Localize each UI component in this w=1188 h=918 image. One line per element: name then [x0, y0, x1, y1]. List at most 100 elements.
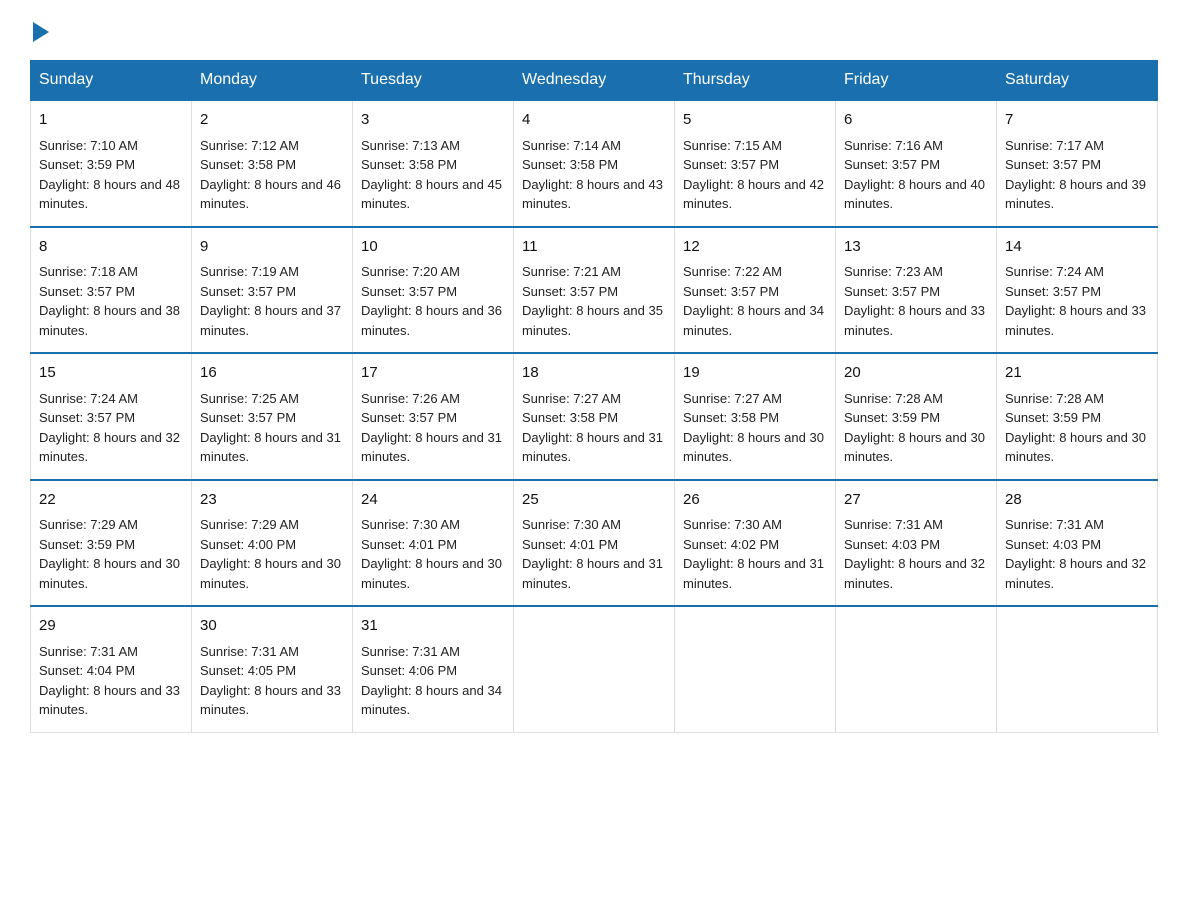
day-number: 8 [39, 236, 183, 259]
header-thursday: Thursday [675, 61, 836, 101]
day-cell: 10 Sunrise: 7:20 AMSunset: 3:57 PMDayligh… [353, 227, 514, 354]
day-cell: 14 Sunrise: 7:24 AMSunset: 3:57 PMDayligh… [997, 227, 1158, 354]
day-cell: 11 Sunrise: 7:21 AMSunset: 3:57 PMDayligh… [514, 227, 675, 354]
day-number: 25 [522, 489, 666, 512]
day-cell: 27Sunrise: 7:31 AMSunset: 4:03 PMDayligh… [836, 480, 997, 607]
day-cell: 31 Sunrise: 7:31 AMSunset: 4:06 PMDayligh… [353, 606, 514, 732]
header-wednesday: Wednesday [514, 61, 675, 101]
day-number: 4 [522, 109, 666, 132]
day-info: Sunrise: 7:31 AMSunset: 4:04 PMDaylight:… [39, 644, 180, 718]
day-info: Sunrise: 7:14 AMSunset: 3:58 PMDaylight:… [522, 138, 663, 212]
day-cell: 19Sunrise: 7:27 AMSunset: 3:58 PMDayligh… [675, 353, 836, 480]
day-number: 5 [683, 109, 827, 132]
header-saturday: Saturday [997, 61, 1158, 101]
day-cell: 21Sunrise: 7:28 AMSunset: 3:59 PMDayligh… [997, 353, 1158, 480]
day-number: 11 [522, 236, 666, 259]
day-cell: 1 Sunrise: 7:10 AMSunset: 3:59 PMDaylight… [31, 100, 192, 227]
week-row-4: 22 Sunrise: 7:29 AMSunset: 3:59 PMDayligh… [31, 480, 1158, 607]
day-info: Sunrise: 7:13 AMSunset: 3:58 PMDaylight:… [361, 138, 502, 212]
day-info: Sunrise: 7:23 AMSunset: 3:57 PMDaylight:… [844, 264, 985, 338]
day-cell: 23 Sunrise: 7:29 AMSunset: 4:00 PMDayligh… [192, 480, 353, 607]
day-info: Sunrise: 7:12 AMSunset: 3:58 PMDaylight:… [200, 138, 341, 212]
day-info: Sunrise: 7:17 AMSunset: 3:57 PMDaylight:… [1005, 138, 1146, 212]
day-number: 13 [844, 236, 988, 259]
day-number: 24 [361, 489, 505, 512]
day-cell [836, 606, 997, 732]
day-number: 3 [361, 109, 505, 132]
day-cell [675, 606, 836, 732]
day-number: 7 [1005, 109, 1149, 132]
day-info: Sunrise: 7:31 AMSunset: 4:05 PMDaylight:… [200, 644, 341, 718]
day-cell: 25 Sunrise: 7:30 AMSunset: 4:01 PMDayligh… [514, 480, 675, 607]
day-info: Sunrise: 7:16 AMSunset: 3:57 PMDaylight:… [844, 138, 985, 212]
day-number: 26 [683, 489, 827, 512]
day-number: 15 [39, 362, 183, 385]
day-cell: 26 Sunrise: 7:30 AMSunset: 4:02 PMDayligh… [675, 480, 836, 607]
week-row-5: 29 Sunrise: 7:31 AMSunset: 4:04 PMDayligh… [31, 606, 1158, 732]
day-cell: 20Sunrise: 7:28 AMSunset: 3:59 PMDayligh… [836, 353, 997, 480]
week-row-2: 8 Sunrise: 7:18 AMSunset: 3:57 PMDaylight… [31, 227, 1158, 354]
day-cell: 8 Sunrise: 7:18 AMSunset: 3:57 PMDaylight… [31, 227, 192, 354]
day-cell: 9Sunrise: 7:19 AMSunset: 3:57 PMDaylight… [192, 227, 353, 354]
day-info: Sunrise: 7:15 AMSunset: 3:57 PMDaylight:… [683, 138, 824, 212]
day-cell: 13 Sunrise: 7:23 AMSunset: 3:57 PMDayligh… [836, 227, 997, 354]
day-info: Sunrise: 7:24 AMSunset: 3:57 PMDaylight:… [39, 391, 180, 465]
day-info: Sunrise: 7:20 AMSunset: 3:57 PMDaylight:… [361, 264, 502, 338]
day-info: Sunrise: 7:30 AMSunset: 4:01 PMDaylight:… [361, 517, 502, 591]
day-info: Sunrise: 7:31 AMSunset: 4:06 PMDaylight:… [361, 644, 502, 718]
day-number: 31 [361, 615, 505, 638]
day-number: 6 [844, 109, 988, 132]
day-cell [997, 606, 1158, 732]
day-info: Sunrise: 7:18 AMSunset: 3:57 PMDaylight:… [39, 264, 180, 338]
day-cell: 7 Sunrise: 7:17 AMSunset: 3:57 PMDaylight… [997, 100, 1158, 227]
day-number: 10 [361, 236, 505, 259]
day-info: Sunrise: 7:30 AMSunset: 4:02 PMDaylight:… [683, 517, 824, 591]
calendar-header-row: SundayMondayTuesdayWednesdayThursdayFrid… [31, 61, 1158, 101]
logo [30, 20, 49, 42]
day-cell: 12Sunrise: 7:22 AMSunset: 3:57 PMDayligh… [675, 227, 836, 354]
day-cell: 6 Sunrise: 7:16 AMSunset: 3:57 PMDaylight… [836, 100, 997, 227]
day-number: 16 [200, 362, 344, 385]
day-cell: 22 Sunrise: 7:29 AMSunset: 3:59 PMDayligh… [31, 480, 192, 607]
header-friday: Friday [836, 61, 997, 101]
day-cell: 16Sunrise: 7:25 AMSunset: 3:57 PMDayligh… [192, 353, 353, 480]
header-monday: Monday [192, 61, 353, 101]
day-info: Sunrise: 7:10 AMSunset: 3:59 PMDaylight:… [39, 138, 180, 212]
day-cell: 5 Sunrise: 7:15 AMSunset: 3:57 PMDaylight… [675, 100, 836, 227]
day-number: 14 [1005, 236, 1149, 259]
day-info: Sunrise: 7:24 AMSunset: 3:57 PMDaylight:… [1005, 264, 1146, 338]
day-info: Sunrise: 7:28 AMSunset: 3:59 PMDaylight:… [1005, 391, 1146, 465]
day-info: Sunrise: 7:26 AMSunset: 3:57 PMDaylight:… [361, 391, 502, 465]
day-number: 29 [39, 615, 183, 638]
week-row-3: 15 Sunrise: 7:24 AMSunset: 3:57 PMDayligh… [31, 353, 1158, 480]
day-number: 9 [200, 236, 344, 259]
day-number: 30 [200, 615, 344, 638]
header-sunday: Sunday [31, 61, 192, 101]
day-info: Sunrise: 7:31 AMSunset: 4:03 PMDaylight:… [844, 517, 985, 591]
day-info: Sunrise: 7:21 AMSunset: 3:57 PMDaylight:… [522, 264, 663, 338]
day-info: Sunrise: 7:27 AMSunset: 3:58 PMDaylight:… [522, 391, 663, 465]
day-cell: 15 Sunrise: 7:24 AMSunset: 3:57 PMDayligh… [31, 353, 192, 480]
day-cell: 2 Sunrise: 7:12 AMSunset: 3:58 PMDaylight… [192, 100, 353, 227]
day-cell: 18 Sunrise: 7:27 AMSunset: 3:58 PMDayligh… [514, 353, 675, 480]
logo-arrow-icon [33, 22, 49, 42]
day-number: 18 [522, 362, 666, 385]
day-info: Sunrise: 7:31 AMSunset: 4:03 PMDaylight:… [1005, 517, 1146, 591]
day-number: 2 [200, 109, 344, 132]
day-info: Sunrise: 7:27 AMSunset: 3:58 PMDaylight:… [683, 391, 824, 465]
day-cell: 3 Sunrise: 7:13 AMSunset: 3:58 PMDaylight… [353, 100, 514, 227]
day-cell: 28Sunrise: 7:31 AMSunset: 4:03 PMDayligh… [997, 480, 1158, 607]
page-header [30, 20, 1158, 42]
day-cell: 24 Sunrise: 7:30 AMSunset: 4:01 PMDayligh… [353, 480, 514, 607]
day-cell: 30 Sunrise: 7:31 AMSunset: 4:05 PMDayligh… [192, 606, 353, 732]
day-cell: 17Sunrise: 7:26 AMSunset: 3:57 PMDayligh… [353, 353, 514, 480]
day-number: 20 [844, 362, 988, 385]
day-info: Sunrise: 7:30 AMSunset: 4:01 PMDaylight:… [522, 517, 663, 591]
day-info: Sunrise: 7:29 AMSunset: 3:59 PMDaylight:… [39, 517, 180, 591]
day-number: 22 [39, 489, 183, 512]
week-row-1: 1 Sunrise: 7:10 AMSunset: 3:59 PMDaylight… [31, 100, 1158, 227]
day-info: Sunrise: 7:29 AMSunset: 4:00 PMDaylight:… [200, 517, 341, 591]
day-number: 1 [39, 109, 183, 132]
day-number: 23 [200, 489, 344, 512]
day-cell [514, 606, 675, 732]
